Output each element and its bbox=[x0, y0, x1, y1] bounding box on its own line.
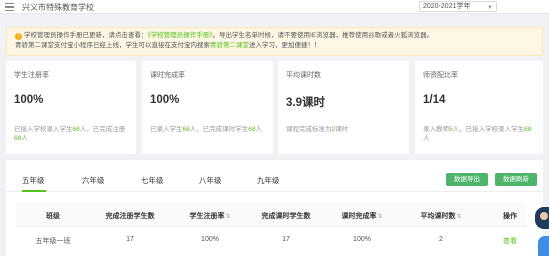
card-desc: 课程完成标准为2课时 bbox=[286, 126, 349, 133]
table-header: 班级 完成注册学生数 学生注册率⇅ 完成课时学生数 课时完成率⇅ 平均课时数⇅ … bbox=[16, 203, 527, 227]
card-title: 平均课时数 bbox=[286, 72, 321, 79]
card-desc: 录入教师5人，已接入学校录入学生68人 bbox=[423, 126, 532, 142]
sort-icon: ⇅ bbox=[377, 214, 383, 220]
cell-registered-count: 17 bbox=[126, 236, 134, 243]
tab-grade-5[interactable]: 五年级 bbox=[22, 175, 45, 186]
cell-completed-count: 17 bbox=[282, 236, 290, 243]
menu-icon[interactable] bbox=[5, 3, 14, 11]
cell-registration-rate: 100% bbox=[201, 236, 219, 243]
stat-card-completion: 课时完成率 100% 已录入学生68人，已完成课时学生68人 bbox=[142, 61, 273, 154]
card-title: 学生注册率 bbox=[14, 72, 49, 79]
col-registration-rate[interactable]: 学生注册率⇅ bbox=[189, 211, 230, 221]
col-class: 班级 bbox=[46, 213, 60, 220]
refresh-button[interactable]: 数据刷新 bbox=[495, 173, 537, 186]
class-panel: 五年级 六年级 七年级 八年级 九年级 数据导出 数据刷新 班级 完成注册学生数… bbox=[6, 160, 543, 256]
card-desc: 已接入学校录入学生68人，已完成注册68人 bbox=[14, 126, 126, 142]
cell-completion-rate: 100% bbox=[353, 236, 371, 243]
year-select[interactable]: 2020-2021学年 ▼ bbox=[419, 1, 497, 12]
manual-link[interactable]: 《学校管理员操作手册》 bbox=[148, 32, 213, 39]
col-completion-rate[interactable]: 课时完成率⇅ bbox=[341, 211, 382, 221]
tab-grade-8[interactable]: 八年级 bbox=[199, 175, 222, 186]
notice-banner: ! 学校管理员操作手册已更新，请点击查看：《学校管理员操作手册》。导出学生名单时候… bbox=[6, 27, 543, 56]
customer-service-avatar[interactable] bbox=[535, 207, 549, 229]
view-link[interactable]: 查看 bbox=[503, 236, 517, 246]
card-value: 100% bbox=[150, 94, 180, 106]
stat-card-average: 平均课时数 3.9课时 课程完成标准为2课时 bbox=[278, 61, 409, 154]
year-select-value: 2020-2021学年 bbox=[423, 3, 471, 10]
col-actions: 操作 bbox=[503, 213, 517, 220]
col-average-hours[interactable]: 平均课时数⇅ bbox=[420, 211, 461, 221]
col-registered-count: 完成注册学生数 bbox=[105, 213, 155, 220]
top-bar: 兴义市特殊教育学校 2020-2021学年 ▼ bbox=[0, 0, 549, 14]
app-link[interactable]: 青骄第二课堂 bbox=[210, 42, 249, 49]
sort-icon: ⇅ bbox=[225, 214, 231, 220]
notice-line-2: 青骄第二课堂支付宝小程序已经上线，学生可以直接在支付宝内搜索青骄第二课堂进入学习… bbox=[15, 42, 321, 49]
card-value: 100% bbox=[14, 94, 44, 106]
phone-icon[interactable] bbox=[538, 236, 549, 256]
warning-icon: ! bbox=[15, 33, 22, 40]
grade-tabs: 五年级 六年级 七年级 八年级 九年级 数据导出 数据刷新 bbox=[6, 160, 543, 192]
notice-line-1: ! 学校管理员操作手册已更新，请点击查看：《学校管理员操作手册》。导出学生名单时候… bbox=[15, 31, 542, 41]
tab-grade-9[interactable]: 九年级 bbox=[257, 175, 280, 186]
cell-class: 五年级一班 bbox=[35, 238, 71, 245]
export-button[interactable]: 数据导出 bbox=[446, 173, 488, 186]
tab-grade-6[interactable]: 六年级 bbox=[82, 175, 105, 186]
active-tab-indicator bbox=[22, 190, 46, 192]
card-value: 3.9课时 bbox=[286, 97, 325, 109]
card-title: 课时完成率 bbox=[150, 72, 185, 79]
stat-card-teacher-ratio: 师资配比率 1/14 录入教师5人，已接入学校录入学生68人 bbox=[415, 61, 543, 154]
table-row: 五年级一班 17 100% 17 100% 2 查看 bbox=[16, 227, 527, 253]
chevron-down-icon: ▼ bbox=[487, 5, 493, 11]
cell-average-hours: 2 bbox=[439, 236, 443, 243]
stat-card-registration: 学生注册率 100% 已接入学校录入学生68人，已完成注册68人 bbox=[6, 61, 136, 154]
tab-grade-7[interactable]: 七年级 bbox=[141, 175, 164, 186]
card-value: 1/14 bbox=[423, 94, 446, 106]
card-desc: 已录入学生68人，已完成课时学生68人 bbox=[150, 126, 262, 133]
col-completed-count: 完成课时学生数 bbox=[261, 213, 311, 220]
school-name: 兴义市特殊教育学校 bbox=[22, 3, 94, 12]
sort-icon: ⇅ bbox=[456, 214, 462, 220]
card-title: 师资配比率 bbox=[423, 72, 458, 79]
